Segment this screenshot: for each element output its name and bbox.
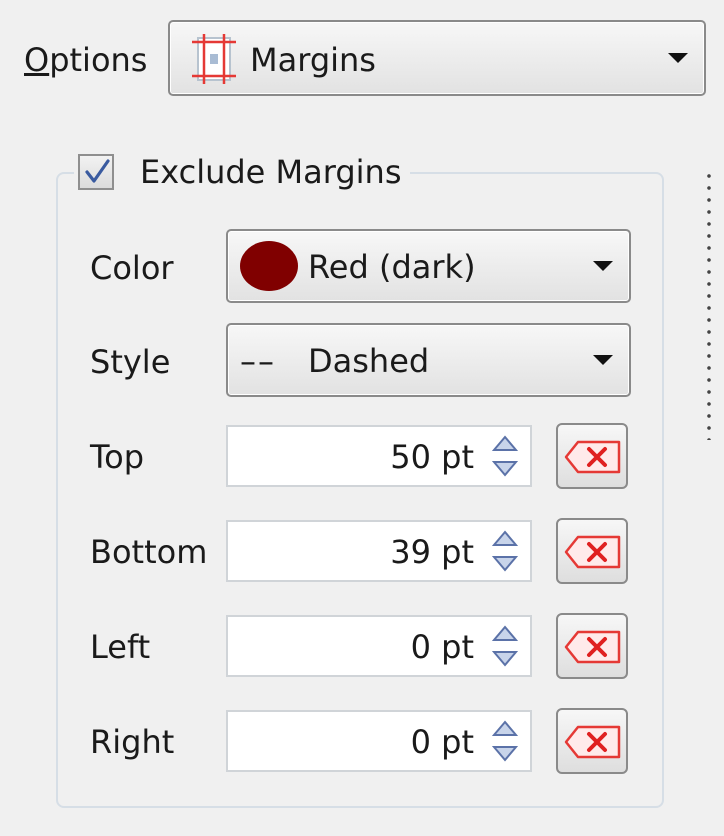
group-header: Exclude Margins (74, 148, 410, 196)
left-margin-value[interactable]: 0 pt (411, 627, 474, 667)
color-label: Color (90, 249, 174, 287)
left-label: Left (90, 628, 151, 666)
clear-icon (564, 535, 621, 569)
clear-left-margin-button[interactable] (556, 613, 628, 679)
top-margin-value[interactable]: 50 pt (390, 437, 474, 477)
chevron-down-icon (593, 261, 613, 271)
group-title: Exclude Margins (140, 153, 402, 191)
mode-selected-value: Margins (250, 41, 376, 79)
checkmark-icon (85, 159, 110, 183)
left-margin-stepper[interactable] (486, 621, 524, 671)
clear-icon (564, 630, 621, 664)
increment-arrow-icon[interactable] (486, 621, 524, 645)
chevron-down-icon (593, 355, 613, 365)
bottom-margin-stepper[interactable] (486, 526, 524, 576)
style-selected-value: Dashed (308, 342, 430, 380)
decrement-arrow-icon[interactable] (486, 647, 524, 671)
clear-bottom-margin-button[interactable] (556, 518, 628, 584)
decrement-arrow-icon[interactable] (486, 552, 524, 576)
top-margin-spinbox[interactable]: 50 pt (226, 425, 532, 487)
options-label: Options (24, 40, 147, 80)
clear-top-margin-button[interactable] (556, 423, 628, 489)
exclude-margins-checkbox[interactable] (78, 154, 114, 190)
options-label-text: ptions (49, 41, 148, 79)
style-label: Style (90, 343, 171, 381)
left-margin-spinbox[interactable]: 0 pt (226, 615, 532, 677)
increment-arrow-icon[interactable] (486, 716, 524, 740)
decrement-arrow-icon[interactable] (486, 457, 524, 481)
color-swatch (240, 241, 298, 291)
clear-icon (564, 725, 621, 759)
right-margin-stepper[interactable] (486, 716, 524, 766)
right-margin-value[interactable]: 0 pt (411, 722, 474, 762)
mode-dropdown[interactable]: Margins (168, 20, 706, 96)
color-dropdown[interactable]: Red (dark) (226, 229, 631, 303)
bottom-label: Bottom (90, 533, 208, 571)
clear-right-margin-button[interactable] (556, 708, 628, 774)
top-label: Top (90, 438, 144, 476)
clear-icon (564, 440, 621, 474)
top-margin-stepper[interactable] (486, 431, 524, 481)
right-label: Right (90, 723, 175, 761)
margins-icon (192, 34, 236, 84)
chevron-down-icon (668, 53, 688, 63)
style-dropdown[interactable]: –– Dashed (226, 323, 631, 397)
bottom-margin-value[interactable]: 39 pt (390, 532, 474, 572)
increment-arrow-icon[interactable] (486, 526, 524, 550)
splitter-handle[interactable] (706, 170, 712, 440)
increment-arrow-icon[interactable] (486, 431, 524, 455)
dashed-line-icon: –– (240, 342, 276, 380)
options-mnemonic: O (24, 41, 50, 79)
decrement-arrow-icon[interactable] (486, 742, 524, 766)
right-margin-spinbox[interactable]: 0 pt (226, 710, 532, 772)
bottom-margin-spinbox[interactable]: 39 pt (226, 520, 532, 582)
color-selected-value: Red (dark) (308, 248, 476, 286)
